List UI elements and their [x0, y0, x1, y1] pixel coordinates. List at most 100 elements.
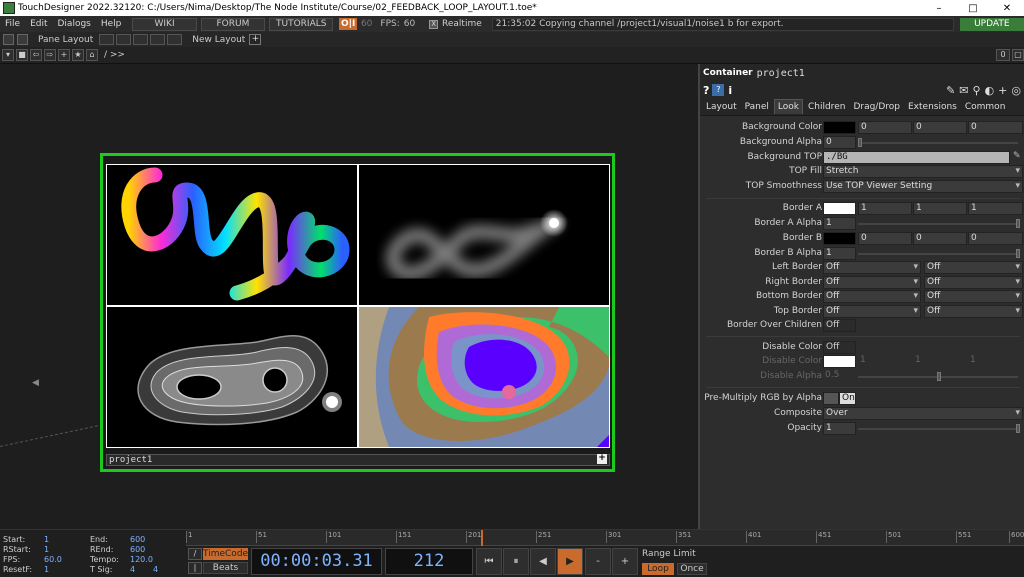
composite-dropdown[interactable]: Over [823, 407, 1023, 420]
tsig-unit[interactable]: 4 [153, 565, 158, 574]
bottom-border-b-dropdown[interactable]: Off [924, 290, 1023, 303]
value-r[interactable]: 1 [858, 202, 912, 215]
network-editor[interactable]: ◀ project1 + [0, 64, 698, 529]
add-icon[interactable]: + [58, 49, 70, 61]
playhead-cursor[interactable] [481, 530, 483, 546]
slider-track[interactable] [858, 223, 1018, 225]
value-r[interactable]: 0 [858, 121, 912, 134]
tab-drag-drop[interactable]: Drag/Drop [850, 100, 903, 114]
stop-icon[interactable]: ■ [16, 49, 28, 61]
toggle-off-side[interactable] [823, 392, 839, 405]
beats-button[interactable]: Beats [203, 562, 248, 574]
play-reverse-button[interactable]: ◀ [530, 548, 556, 575]
tab-extensions[interactable]: Extensions [905, 100, 960, 114]
pane-icon[interactable] [3, 34, 14, 45]
step-back-button[interactable]: - [585, 548, 611, 575]
slider-knob[interactable] [1016, 219, 1020, 228]
top-fill-dropdown[interactable]: Stretch [823, 165, 1023, 178]
color-swatch[interactable] [823, 202, 856, 215]
frame-display[interactable]: 212 [385, 548, 473, 575]
tsig-beats[interactable]: 4 [130, 565, 135, 574]
expand-pane-icon[interactable]: ▢ [1012, 49, 1024, 61]
right-border-b-dropdown[interactable]: Off [924, 276, 1023, 289]
value-g[interactable]: 0 [913, 232, 967, 245]
tab-panel[interactable]: Panel [742, 100, 772, 114]
comment-icon[interactable]: ✉ [959, 84, 968, 97]
value-b[interactable]: 0 [968, 121, 1023, 134]
toggle-button[interactable]: Off [823, 341, 856, 354]
add-param-icon[interactable]: + [998, 84, 1007, 97]
tab-look[interactable]: Look [773, 99, 803, 114]
menu-edit[interactable]: Edit [25, 19, 52, 29]
docked-icon[interactable]: ⚲ [973, 84, 981, 97]
timecode-display[interactable]: 00:00:03.31 [251, 548, 382, 575]
right-border-a-dropdown[interactable]: Off [823, 276, 921, 289]
layout-5-button[interactable] [167, 34, 183, 45]
slider-track[interactable] [858, 253, 1018, 255]
once-button[interactable]: Once [677, 563, 707, 575]
tab-common[interactable]: Common [962, 100, 1009, 114]
slider-track[interactable] [858, 142, 1018, 144]
play-button[interactable]: ▶ [557, 548, 583, 575]
top-border-a-dropdown[interactable]: Off [823, 305, 921, 318]
perform-mode-toggle[interactable]: O|I [339, 18, 357, 30]
node-name-field[interactable]: project1 [106, 454, 610, 466]
timeline-ruler[interactable]: 1 51 101 151 201 251 301 351 401 451 501… [186, 530, 1024, 546]
tab-children[interactable]: Children [805, 100, 848, 114]
tempo-value[interactable]: 120.0 [130, 555, 153, 564]
slider-knob[interactable] [1016, 249, 1020, 258]
menu-down-icon[interactable]: ▾ [2, 49, 14, 61]
split-icon[interactable] [17, 34, 28, 45]
close-button[interactable]: ✕ [990, 3, 1024, 14]
timeline-collapse-icon[interactable]: | [188, 562, 202, 574]
target-icon[interactable]: ◎ [1011, 84, 1021, 97]
loop-button[interactable]: Loop [642, 563, 674, 575]
end-value[interactable]: 600 [130, 535, 145, 544]
slider-track[interactable] [858, 428, 1018, 430]
menu-dialogs[interactable]: Dialogs [53, 19, 96, 29]
value-b[interactable]: 1 [968, 202, 1023, 215]
add-layout-button[interactable]: + [249, 34, 262, 45]
toggle-button[interactable]: On [839, 392, 856, 405]
fps-value[interactable]: 60.0 [44, 555, 62, 564]
rend-value[interactable]: 600 [130, 545, 145, 554]
star-icon[interactable]: ★ [72, 49, 84, 61]
minimize-button[interactable]: – [922, 3, 956, 14]
maximize-button[interactable]: □ [956, 3, 990, 14]
pick-icon[interactable]: ✎ [1013, 151, 1021, 161]
update-button[interactable]: UPDATE [959, 17, 1024, 31]
network-path[interactable]: / >> [104, 50, 125, 60]
node-expand-button[interactable]: + [597, 454, 607, 464]
timecode-button[interactable]: TimeCode [203, 548, 248, 560]
rstart-value[interactable]: 1 [44, 545, 49, 554]
forward-icon[interactable]: ⇨ [44, 49, 56, 61]
toggle-button[interactable]: Off [823, 319, 856, 332]
layout-2-button[interactable] [116, 34, 132, 45]
top-smoothness-dropdown[interactable]: Use TOP Viewer Setting [823, 180, 1023, 193]
python-icon[interactable]: ◐ [985, 84, 995, 97]
value-field[interactable]: 1 [823, 217, 856, 230]
pane-index[interactable]: 0 [996, 49, 1010, 61]
step-forward-button[interactable]: + [612, 548, 638, 575]
value-g[interactable]: 0 [913, 121, 967, 134]
resetf-value[interactable]: 1 [44, 565, 49, 574]
value-g[interactable]: 1 [913, 202, 967, 215]
left-border-b-dropdown[interactable]: Off [924, 261, 1023, 274]
start-value[interactable]: 1 [44, 535, 49, 544]
menu-help[interactable]: Help [96, 19, 127, 29]
left-border-a-dropdown[interactable]: Off [823, 261, 921, 274]
slider-knob[interactable] [1016, 424, 1020, 433]
slider-knob[interactable] [858, 138, 862, 147]
value-b[interactable]: 0 [968, 232, 1023, 245]
python-help-icon[interactable]: ? [712, 84, 725, 96]
back-icon[interactable]: ⇦ [30, 49, 42, 61]
color-swatch[interactable] [823, 232, 856, 245]
edit-icon[interactable]: ✎ [946, 84, 955, 97]
tutorials-button[interactable]: TUTORIALS [269, 17, 334, 31]
bottom-border-a-dropdown[interactable]: Off [823, 290, 921, 303]
value-field[interactable]: 1 [823, 422, 856, 435]
new-layout-label[interactable]: New Layout [192, 35, 245, 45]
wiki-button[interactable]: WIKI [132, 17, 197, 31]
value-r[interactable]: 0 [858, 232, 912, 245]
realtime-checkbox[interactable]: X [429, 19, 439, 29]
